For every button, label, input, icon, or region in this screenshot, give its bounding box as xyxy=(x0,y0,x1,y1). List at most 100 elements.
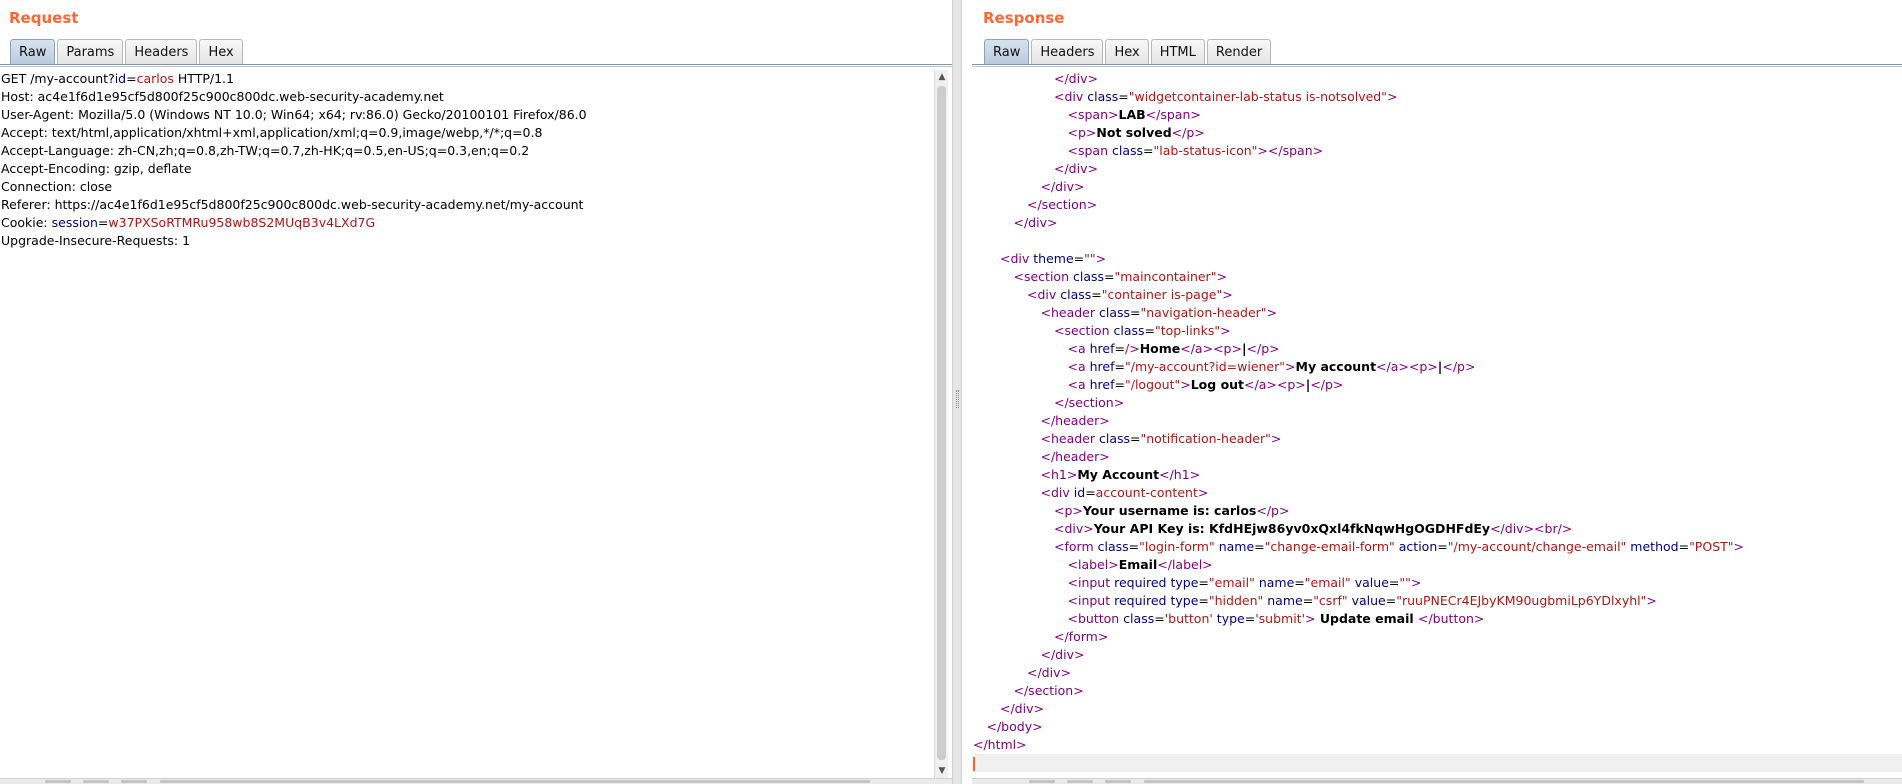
code-token: "email" xyxy=(1208,575,1255,590)
code-token: name xyxy=(1258,575,1295,590)
tab-hex[interactable]: Hex xyxy=(1105,39,1149,65)
code-token: action xyxy=(1398,539,1438,554)
code-token: theme xyxy=(1033,251,1074,266)
scroll-up-arrow-icon[interactable]: ▲ xyxy=(935,70,949,84)
response-line: <div class="container is-page"> xyxy=(972,286,1902,304)
code-token: href xyxy=(1089,359,1115,374)
response-line: <button class='button' type='submit'> Up… xyxy=(972,610,1902,628)
code-token: <p> xyxy=(1067,125,1097,140)
code-token: > xyxy=(1220,323,1231,338)
code-token: class xyxy=(1072,269,1104,284)
request-line: GET /my-account?id=carlos HTTP/1.1 xyxy=(0,70,934,88)
code-token: <header xyxy=(1040,431,1099,446)
code-token: carlos xyxy=(136,71,174,86)
tab-headers[interactable]: Headers xyxy=(125,39,198,65)
response-line: <div theme=""> xyxy=(972,250,1902,268)
code-token: id xyxy=(1073,485,1086,500)
search-control[interactable] xyxy=(1067,780,1093,783)
code-token: = xyxy=(1198,593,1209,608)
code-token: "" xyxy=(1399,575,1411,590)
tab-hex[interactable]: Hex xyxy=(199,39,243,65)
request-vertical-scrollbar[interactable]: ▲ ▼ xyxy=(934,70,948,778)
code-token: = xyxy=(1437,539,1448,554)
response-line: </header> xyxy=(972,412,1902,430)
code-token: > xyxy=(1646,593,1657,608)
request-line: Cookie: session=w37PXSoRTMRu958wb8S2MUqB… xyxy=(0,214,934,232)
code-token: = xyxy=(1244,611,1256,626)
request-line: Accept-Encoding: gzip, deflate xyxy=(0,160,934,178)
code-token: "/my-account?id=wiener" xyxy=(1124,359,1286,374)
response-line: </section> xyxy=(972,682,1902,700)
request-editor[interactable]: GET /my-account?id=carlos HTTP/1.1 Host: … xyxy=(0,70,934,778)
code-token: "lab-status-icon" xyxy=(1153,143,1258,158)
request-search-bar xyxy=(0,778,952,784)
code-token: </body> xyxy=(986,719,1043,734)
tab-html[interactable]: HTML xyxy=(1150,39,1205,65)
response-line: <a href="/logout">Log out</a><p>|</p> xyxy=(972,376,1902,394)
code-token: class xyxy=(1111,143,1144,158)
code-token: > xyxy=(1386,89,1398,104)
code-token: Your API Key is: KfdHEjw86yv0xQxl4fkNqwH… xyxy=(1093,521,1491,536)
code-token: = xyxy=(1198,575,1209,590)
search-control[interactable] xyxy=(121,780,147,783)
search-input[interactable] xyxy=(160,780,870,783)
tab-render[interactable]: Render xyxy=(1206,39,1272,65)
code-token: > xyxy=(1266,305,1278,320)
code-token: > xyxy=(1129,341,1140,356)
search-control[interactable] xyxy=(83,780,109,783)
scrollbar-thumb[interactable] xyxy=(937,86,946,760)
response-line: <h1>My Account</h1> xyxy=(972,466,1902,484)
code-token: Home xyxy=(1139,341,1181,356)
code-token: <section xyxy=(1013,269,1073,284)
code-token: <input xyxy=(1067,575,1115,590)
code-token: Accept-Language: zh-CN,zh;q=0.8,zh-TW;q=… xyxy=(1,143,530,158)
code-token: "widgetcontainer-lab-status is-notsolved… xyxy=(1128,89,1387,104)
pane-splitter[interactable] xyxy=(952,0,962,784)
tab-raw[interactable]: Raw xyxy=(984,39,1030,65)
code-token: </form> xyxy=(1054,629,1109,644)
splitter-grip-icon[interactable] xyxy=(956,390,959,408)
code-token: name xyxy=(1267,593,1303,608)
response-line: <header class="notification-header"> xyxy=(972,430,1902,448)
code-token: = xyxy=(1114,359,1125,374)
response-line: <input required type="hidden" name="csrf… xyxy=(972,592,1902,610)
request-line: Upgrade-Insecure-Requests: 1 xyxy=(0,232,934,250)
search-control[interactable] xyxy=(1029,780,1055,783)
response-editor[interactable]: </div> <div class = "widgetcontainer-lab-st… xyxy=(972,70,1902,778)
code-token: "navigation-header" xyxy=(1140,305,1267,320)
code-token: Connection: close xyxy=(1,179,113,194)
code-token: "email" xyxy=(1304,575,1351,590)
code-token: class xyxy=(1087,89,1119,104)
code-token: > xyxy=(1095,251,1107,266)
response-line: </header> xyxy=(972,448,1902,466)
response-line: </section> xyxy=(972,196,1902,214)
code-token: <div xyxy=(1040,485,1074,500)
code-token: </header> xyxy=(1040,413,1110,428)
search-control[interactable] xyxy=(45,780,71,783)
search-control[interactable] xyxy=(1105,780,1131,783)
code-token: class xyxy=(1060,287,1092,302)
code-token: required type xyxy=(1114,575,1199,590)
tab-raw[interactable]: Raw xyxy=(10,39,56,65)
code-token: = xyxy=(1302,593,1314,608)
tab-headers[interactable]: Headers xyxy=(1031,39,1104,65)
code-token: </div> xyxy=(1054,71,1098,86)
code-token: "maincontainer" xyxy=(1114,269,1217,284)
code-token: Upgrade-Insecure-Requests: 1 xyxy=(1,233,191,248)
request-line: Accept-Language: zh-CN,zh;q=0.8,zh-TW;q=… xyxy=(0,142,934,160)
code-token: value xyxy=(1354,575,1389,590)
scroll-down-arrow-icon[interactable]: ▼ xyxy=(935,764,949,778)
code-token: Not solved xyxy=(1096,125,1172,140)
code-token: </div> xyxy=(1027,665,1071,680)
code-token: </section> xyxy=(1027,197,1098,212)
response-line: </div> xyxy=(972,178,1902,196)
code-token: My Account xyxy=(1077,467,1160,482)
tab-params[interactable]: Params xyxy=(57,39,124,65)
code-token: <div xyxy=(1027,287,1061,302)
code-token: > xyxy=(1733,539,1744,554)
code-token: </div> xyxy=(1054,161,1098,176)
code-token: class xyxy=(1097,539,1129,554)
code-token: <div xyxy=(1054,89,1088,104)
search-input[interactable] xyxy=(1144,780,1864,783)
code-token: </label> xyxy=(1157,557,1213,572)
